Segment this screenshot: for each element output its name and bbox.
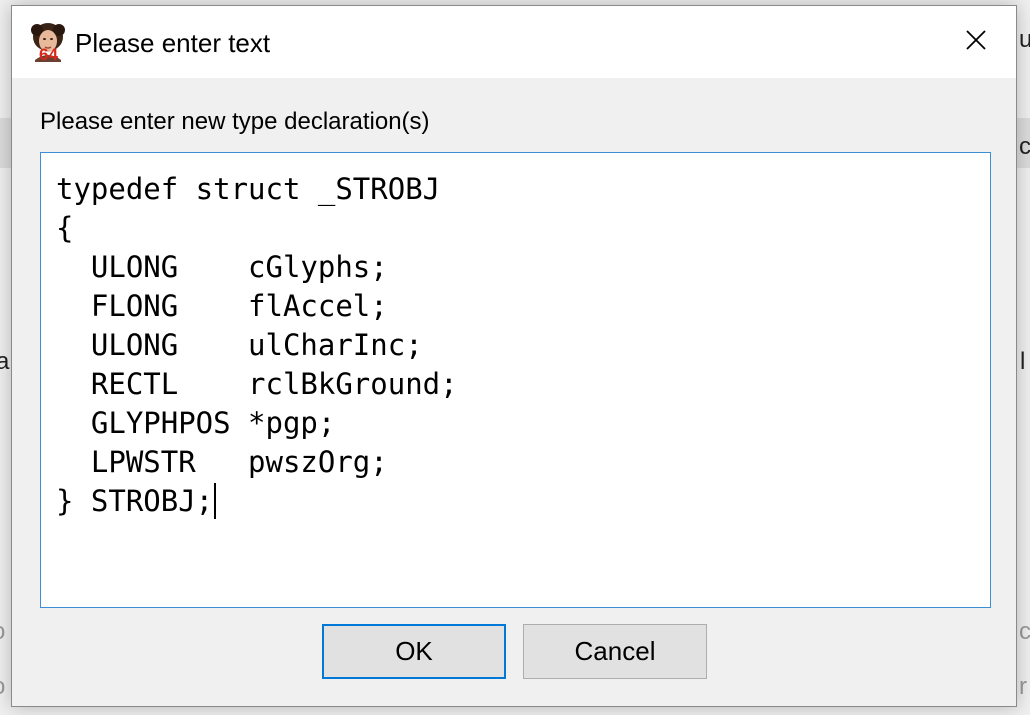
ok-button[interactable]: OK [322,624,506,679]
text-caret [214,483,217,519]
enter-text-dialog: 64 Please enter text Please enter new ty… [11,5,1017,707]
code-line: LPWSTR pwszOrg; [56,445,388,479]
ida-portrait-64-icon: 64 [29,20,67,64]
code-line: ULONG ulCharInc; [56,328,423,362]
code-line-last: } STROBJ; [56,482,458,521]
close-button[interactable] [936,6,1016,78]
code-line: FLONG flAccel; [56,289,388,323]
code-line: RECTL rclBkGround; [56,367,458,401]
prompt-label: Please enter new type declaration(s) [40,108,430,135]
cancel-button[interactable]: Cancel [523,624,707,679]
background-text-fragment: u [1019,26,1030,53]
code-line: GLYPHPOS *pgp; [56,406,336,440]
close-icon [964,28,988,57]
background-text-fragment: a [0,348,10,375]
background-text-fragment: l [1020,348,1026,375]
background-text-fragment: r [1019,673,1027,700]
svg-text:64: 64 [39,45,58,62]
code-line: typedef struct _STROBJ [56,172,441,206]
code-line: { [56,211,74,245]
type-declaration-textarea[interactable]: typedef struct _STROBJ { ULONG cGlyphs; … [40,152,991,608]
background-text-fragment: c [1019,133,1030,160]
code-lines: typedef struct _STROBJ { ULONG cGlyphs; … [56,170,458,521]
background-text-fragment: c [1019,618,1030,645]
background-text-fragment: o [0,618,5,646]
code-line-text: } STROBJ; [56,484,214,518]
background-text-fragment: o [0,673,5,701]
code-line: ULONG cGlyphs; [56,250,388,284]
dialog-titlebar[interactable]: 64 Please enter text [12,6,1016,78]
dialog-title: Please enter text [75,28,271,58]
